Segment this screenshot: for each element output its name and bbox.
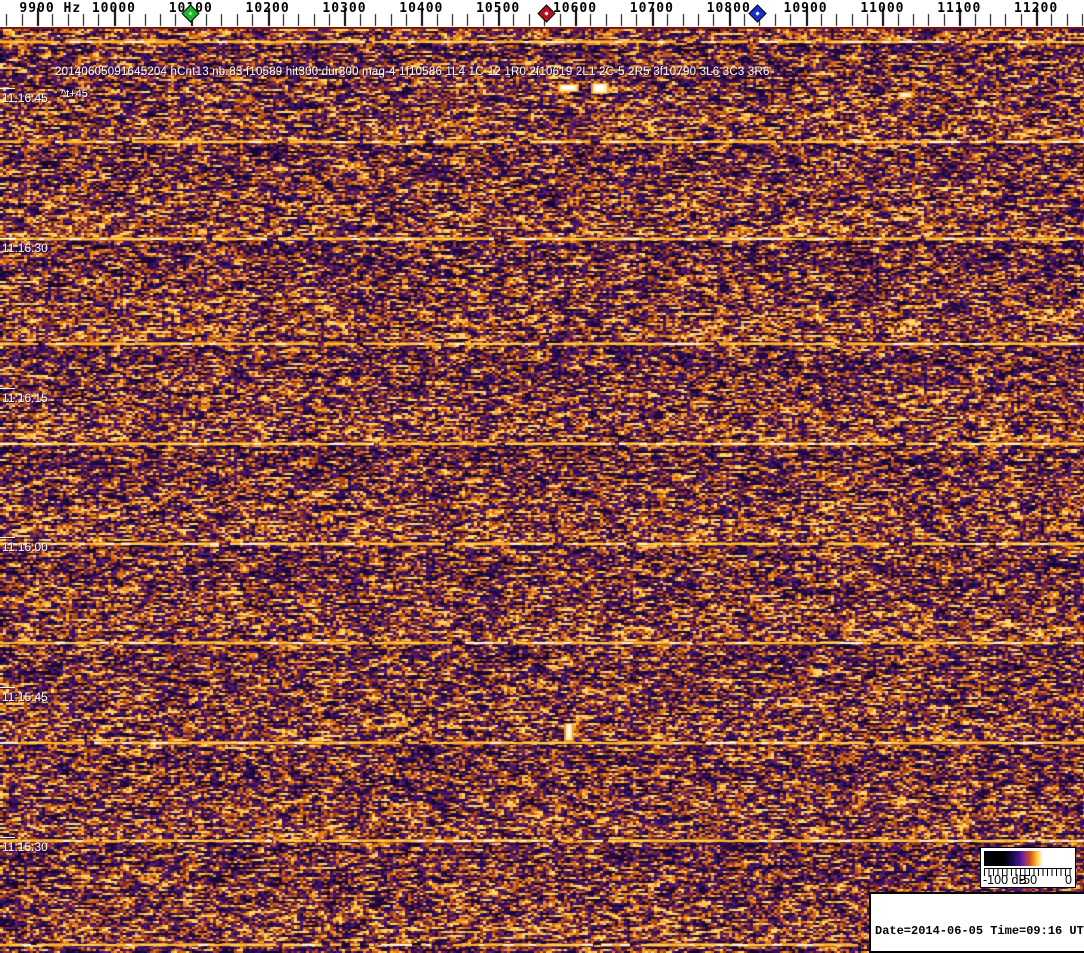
freq-label-10300: 10300 [322,1,367,16]
freq-label-10500: 10500 [476,1,521,16]
frequency-ruler[interactable]: 9900 Hz100001010010200103001040010500106… [0,0,1084,27]
time-tick-111645 [0,88,15,89]
freq-label-10400: 10400 [399,1,444,16]
marker-blue-core [755,11,760,16]
time-label-111545: 11:15:45 [2,690,48,704]
time-tick-111630 [0,238,15,239]
freq-label-10000: 10000 [91,1,136,16]
time-label-111630: 11:16:30 [2,241,48,255]
freq-label-9900: 9900 Hz [19,1,82,16]
colormap-gradient [984,851,1072,866]
marker-green-core [188,11,193,16]
freq-label-11000: 11000 [860,1,905,16]
marker-red-core [544,11,549,16]
meteor-hit-annotation: 20140605091645204 hCnt13 nb-83 f10589 hi… [55,66,770,78]
freq-label-10800: 10800 [706,1,751,16]
time-label-111530: 11:15:30 [2,840,48,854]
info-date-time: Date=2014-06-05 Time=09:16 UTC [875,924,1084,938]
freq-label-10900: 10900 [783,1,828,16]
time-label-111600: 11:16:00 [2,540,48,554]
spectrogram-window: 9900 Hz100001010010200103001040010500106… [0,0,1084,953]
time-tick-111545 [0,687,15,688]
time-tick-111530 [0,837,15,838]
time-tick-111615 [0,388,15,389]
time-tick-111600 [0,537,15,538]
db-max-label: 0 [1065,873,1072,887]
freq-label-10700: 10700 [629,1,674,16]
observation-info-box: Date=2014-06-05 Time=09:16 UTC Freq=143 … [869,892,1084,953]
db-color-scale: -100 dB -50 0 [980,847,1076,888]
time-cursor-label: ^t+45 [61,88,88,100]
time-label-111615: 11:16:15 [2,391,48,405]
time-label-111645: 11:16:45 [2,91,48,105]
freq-label-11200: 11200 [1014,1,1059,16]
db-mid-label: -50 [1018,873,1038,887]
freq-label-11100: 11100 [937,1,982,16]
freq-label-10200: 10200 [245,1,290,16]
waterfall-display[interactable] [0,27,1084,953]
freq-label-10600: 10600 [552,1,598,16]
